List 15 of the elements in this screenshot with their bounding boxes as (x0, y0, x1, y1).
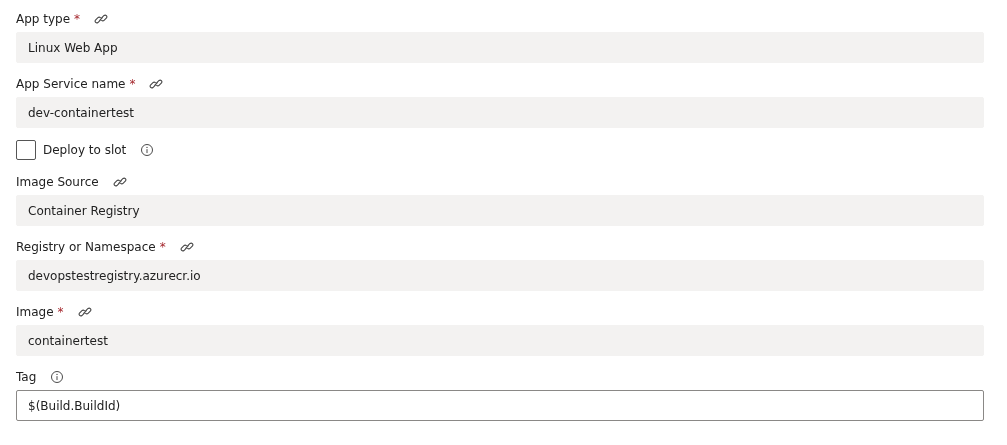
field-label: Tag (16, 370, 37, 384)
required-mark: * (159, 240, 166, 254)
field-label: Registry or Namespace (16, 240, 156, 254)
required-mark: * (74, 12, 81, 26)
field-label: App type (16, 12, 71, 26)
input-field[interactable]: $(Build.BuildId) (16, 390, 984, 421)
checkbox[interactable] (16, 140, 36, 160)
field-label: Image Source (16, 175, 99, 189)
field-label: Image (16, 305, 54, 319)
field-label: App Service name (16, 77, 126, 91)
checkbox-label: Deploy to slot (43, 143, 127, 157)
required-mark: * (129, 77, 136, 91)
required-mark: * (57, 305, 64, 319)
info-icon[interactable] (140, 143, 155, 157)
info-icon[interactable] (50, 370, 65, 384)
